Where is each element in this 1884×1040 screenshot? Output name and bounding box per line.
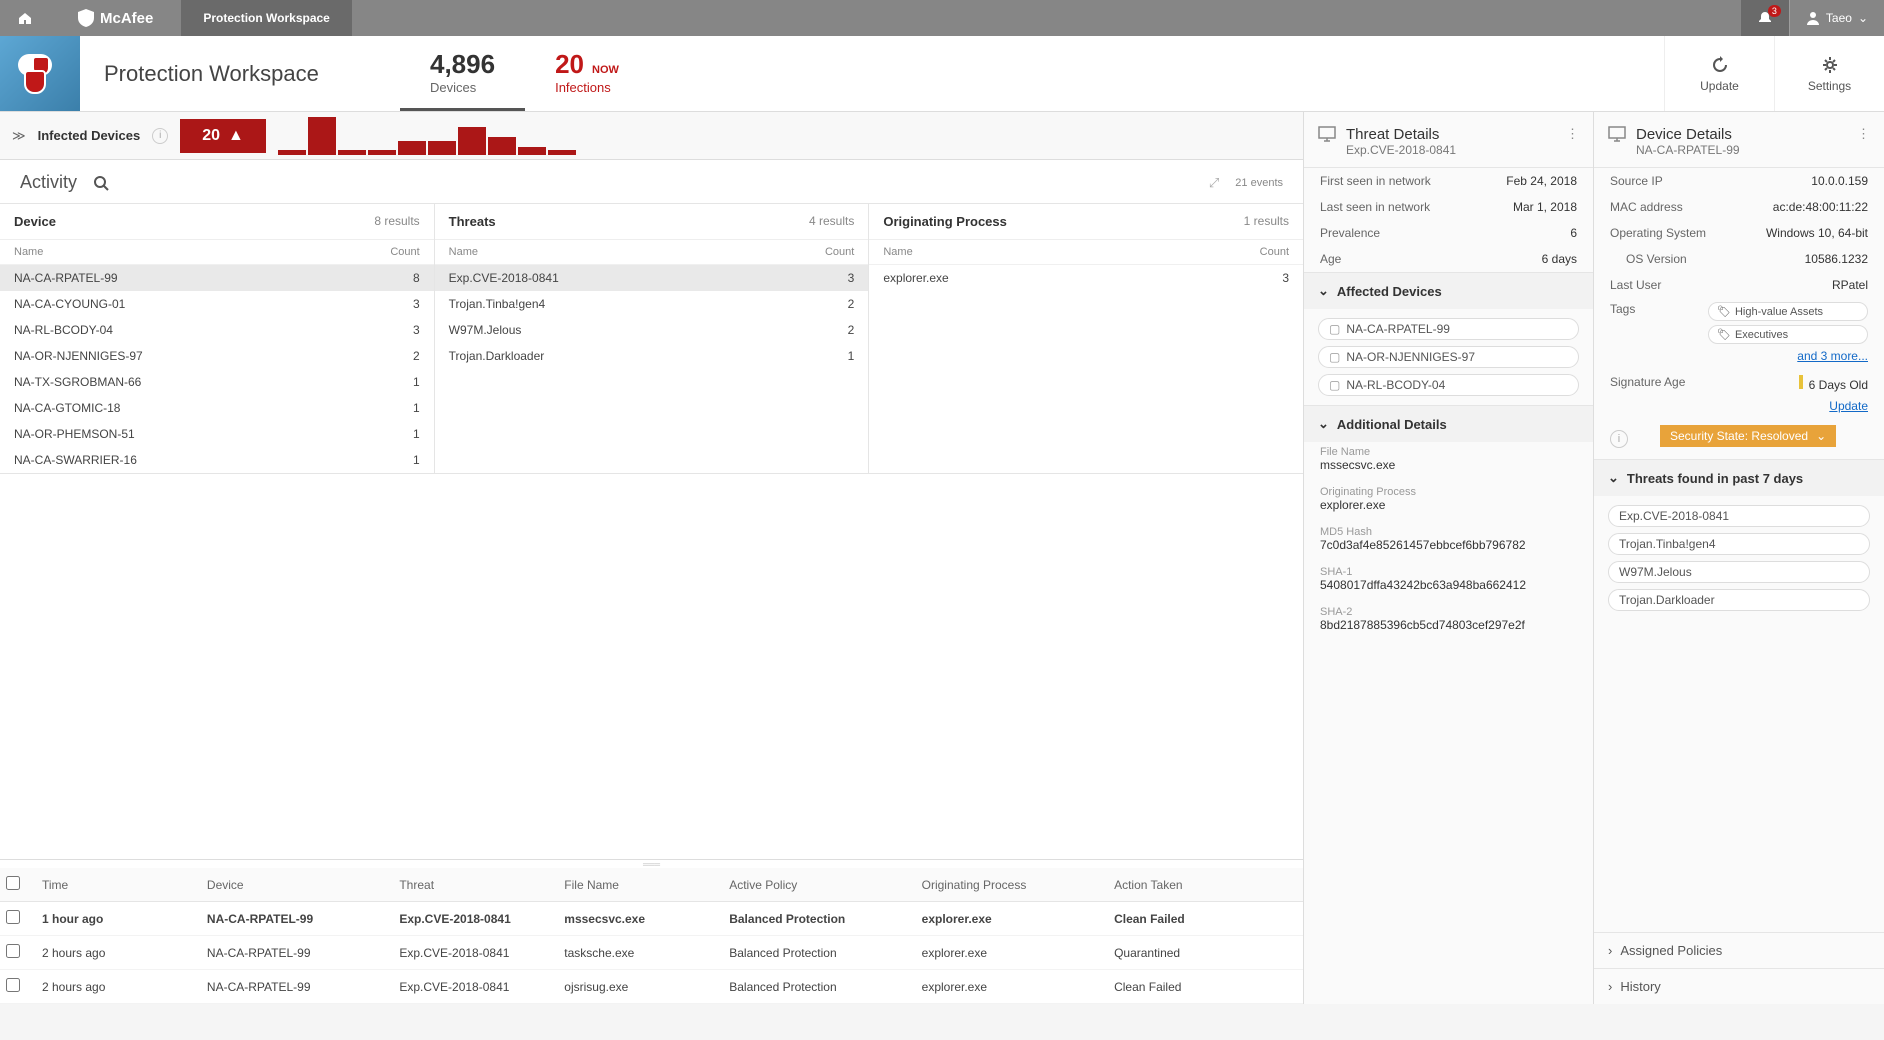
user-icon bbox=[1806, 11, 1820, 25]
device-column: Device8 results NameCount NA-CA-RPATEL-9… bbox=[0, 204, 435, 473]
list-item[interactable]: NA-CA-CYOUNG-013 bbox=[0, 291, 434, 317]
list-item[interactable]: NA-OR-PHEMSON-511 bbox=[0, 421, 434, 447]
workspace-icon bbox=[0, 36, 80, 111]
list-item[interactable]: NA-CA-SWARRIER-161 bbox=[0, 447, 434, 473]
top-bar: McAfee Protection Workspace 3 Taeo ⌄ bbox=[0, 0, 1884, 36]
infected-devices-bar: ≫ Infected Devices i 20▲ bbox=[0, 112, 1303, 160]
threat-name: Exp.CVE-2018-0841 bbox=[1346, 143, 1456, 157]
tag[interactable]: 🏷Executives bbox=[1708, 325, 1868, 344]
affected-devices-section[interactable]: ⌄Affected Devices bbox=[1304, 272, 1593, 309]
drag-handle[interactable]: ═══ bbox=[0, 860, 1303, 868]
process-column: Originating Process1 results NameCount e… bbox=[869, 204, 1303, 473]
device-panel-title: Device Details bbox=[1636, 126, 1740, 143]
chip[interactable]: W97M.Jelous bbox=[1608, 561, 1870, 583]
chip[interactable]: Exp.CVE-2018-0841 bbox=[1608, 505, 1870, 527]
brand-logo: McAfee bbox=[50, 9, 181, 27]
chevron-down-icon: ⌄ bbox=[1318, 283, 1329, 299]
history-section[interactable]: ›History bbox=[1594, 968, 1884, 1004]
chip[interactable]: ▢NA-OR-NJENNIGES-97 bbox=[1318, 346, 1579, 368]
threat-details-panel: Threat Details Exp.CVE-2018-0841 ⋮ First… bbox=[1304, 112, 1594, 1004]
list-item[interactable]: NA-TX-SGROBMAN-661 bbox=[0, 369, 434, 395]
list-item[interactable]: NA-RL-BCODY-043 bbox=[0, 317, 434, 343]
list-item[interactable]: Exp.CVE-2018-08413 bbox=[435, 265, 869, 291]
table-row[interactable]: 2 hours agoNA-CA-RPATEL-99Exp.CVE-2018-0… bbox=[0, 970, 1303, 1004]
list-item[interactable]: W97M.Jelous2 bbox=[435, 317, 869, 343]
chevron-down-icon: ⌄ bbox=[1858, 11, 1868, 25]
user-name: Taeo bbox=[1826, 11, 1852, 25]
threats-found-section[interactable]: ⌄Threats found in past 7 days bbox=[1594, 459, 1884, 496]
page-header: Protection Workspace 4,896 Devices 20NOW… bbox=[0, 36, 1884, 112]
list-item[interactable]: Trojan.Darkloader1 bbox=[435, 343, 869, 369]
infections-stat[interactable]: 20NOW Infections bbox=[525, 36, 649, 111]
table-row[interactable]: 1 hour agoNA-CA-RPATEL-99Exp.CVE-2018-08… bbox=[0, 902, 1303, 936]
home-icon[interactable] bbox=[0, 10, 50, 26]
more-tags-link[interactable]: and 3 more... bbox=[1797, 349, 1868, 363]
activity-header: Activity ⤢ 21 events bbox=[0, 160, 1303, 203]
chip[interactable]: Trojan.Darkloader bbox=[1608, 589, 1870, 611]
settings-button[interactable]: Settings bbox=[1774, 36, 1884, 111]
shield-icon bbox=[78, 9, 94, 27]
list-item[interactable]: NA-CA-GTOMIC-181 bbox=[0, 395, 434, 421]
event-table: ═══ Time Device Threat File Name Active … bbox=[0, 859, 1303, 1004]
chevron-right-icon: › bbox=[1608, 979, 1612, 994]
devices-count: 4,896 bbox=[430, 49, 495, 80]
activity-title: Activity bbox=[20, 172, 77, 193]
select-all-checkbox[interactable] bbox=[6, 876, 20, 890]
list-item[interactable]: NA-CA-RPATEL-998 bbox=[0, 265, 434, 291]
chevron-down-icon: ⌄ bbox=[1318, 416, 1329, 432]
user-menu[interactable]: Taeo ⌄ bbox=[1789, 0, 1884, 36]
chevron-down-icon: ⌄ bbox=[1608, 470, 1619, 486]
chip[interactable]: ▢NA-RL-BCODY-04 bbox=[1318, 374, 1579, 396]
event-count: 21 events bbox=[1235, 177, 1283, 189]
device-details-panel: Device Details NA-CA-RPATEL-99 ⋮ Source … bbox=[1594, 112, 1884, 1004]
notifications-button[interactable]: 3 bbox=[1740, 0, 1789, 36]
assigned-policies-section[interactable]: ›Assigned Policies bbox=[1594, 932, 1884, 968]
additional-details-section[interactable]: ⌄Additional Details bbox=[1304, 405, 1593, 442]
brand-text: McAfee bbox=[100, 10, 153, 27]
security-state-badge[interactable]: Security State: Resoloved⌄ bbox=[1660, 425, 1836, 447]
chevron-right-icon: › bbox=[1608, 943, 1612, 958]
threat-column: Threats4 results NameCount Exp.CVE-2018-… bbox=[435, 204, 870, 473]
devices-stat[interactable]: 4,896 Devices bbox=[400, 36, 525, 111]
chip[interactable]: ▢NA-CA-RPATEL-99 bbox=[1318, 318, 1579, 340]
infected-count-badge[interactable]: 20▲ bbox=[180, 119, 266, 153]
tag[interactable]: 🏷High-value Assets bbox=[1708, 302, 1868, 321]
table-row[interactable]: 2 hours agoNA-CA-RPATEL-99Exp.CVE-2018-0… bbox=[0, 936, 1303, 970]
info-icon[interactable]: i bbox=[1610, 430, 1628, 448]
row-checkbox[interactable] bbox=[6, 910, 20, 924]
info-icon[interactable]: i bbox=[152, 128, 168, 144]
list-item[interactable]: explorer.exe3 bbox=[869, 265, 1303, 291]
search-icon[interactable] bbox=[93, 175, 109, 191]
row-checkbox[interactable] bbox=[6, 978, 20, 992]
workspace-tab[interactable]: Protection Workspace bbox=[181, 0, 351, 36]
refresh-icon bbox=[1710, 55, 1730, 75]
monitor-icon bbox=[1318, 126, 1336, 142]
monitor-icon bbox=[1608, 126, 1626, 142]
update-button[interactable]: Update bbox=[1664, 36, 1774, 111]
update-link[interactable]: Update bbox=[1829, 399, 1868, 413]
notification-badge: 3 bbox=[1768, 5, 1781, 17]
spark-chart bbox=[278, 117, 576, 155]
device-name: NA-CA-RPATEL-99 bbox=[1636, 143, 1740, 157]
chevron-down-icon: ⌄ bbox=[1816, 429, 1826, 443]
more-icon[interactable]: ⋮ bbox=[1857, 126, 1870, 142]
cloud-shield-icon bbox=[16, 50, 64, 98]
more-icon[interactable]: ⋮ bbox=[1566, 126, 1579, 142]
infections-count: 20 bbox=[555, 49, 584, 79]
expand-icon[interactable]: ⤢ bbox=[1209, 175, 1219, 191]
collapse-icon[interactable]: ≫ bbox=[12, 128, 26, 144]
row-checkbox[interactable] bbox=[6, 944, 20, 958]
event-table-header: Time Device Threat File Name Active Poli… bbox=[0, 868, 1303, 902]
list-item[interactable]: NA-OR-NJENNIGES-972 bbox=[0, 343, 434, 369]
up-arrow-icon: ▲ bbox=[228, 127, 244, 145]
infected-label: Infected Devices bbox=[38, 128, 141, 143]
chip[interactable]: Trojan.Tinba!gen4 bbox=[1608, 533, 1870, 555]
gear-icon bbox=[1820, 55, 1840, 75]
list-item[interactable]: Trojan.Tinba!gen42 bbox=[435, 291, 869, 317]
page-title: Protection Workspace bbox=[80, 36, 400, 111]
threat-panel-title: Threat Details bbox=[1346, 126, 1456, 143]
